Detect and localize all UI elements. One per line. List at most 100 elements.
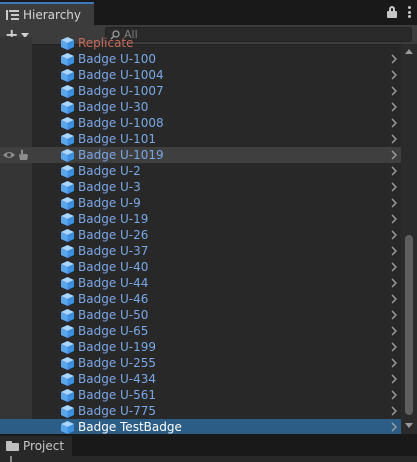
open-prefab-chevron-icon[interactable]	[390, 422, 398, 432]
open-prefab-chevron-icon[interactable]	[390, 230, 398, 240]
window-tab-bar: Hierarchy	[0, 0, 417, 25]
list-item[interactable]: Badge U-1019	[0, 147, 401, 163]
list-item[interactable]: Badge U-26	[0, 227, 401, 243]
list-item-label: Badge U-100	[78, 52, 157, 66]
list-item[interactable]: Badge U-40	[0, 259, 401, 275]
prefab-cube-icon	[61, 53, 74, 66]
list-item-label: Badge U-1007	[78, 84, 164, 98]
prefab-cube-icon	[61, 197, 74, 210]
list-item-label: Badge U-46	[78, 292, 149, 306]
list-item-label: Badge U-1008	[78, 116, 164, 130]
list-item-label: Badge U-26	[78, 228, 149, 242]
list-item[interactable]: Badge U-1008	[0, 115, 401, 131]
list-item-label: Replicate	[78, 37, 134, 50]
list-item-label: Badge U-50	[78, 308, 149, 322]
project-toolbar-handle	[10, 456, 12, 462]
list-item[interactable]: Badge U-1004	[0, 67, 401, 83]
open-prefab-chevron-icon[interactable]	[390, 278, 398, 288]
project-toolbar	[0, 456, 417, 462]
scroll-down-icon[interactable]	[405, 423, 413, 428]
open-prefab-chevron-icon[interactable]	[390, 390, 398, 400]
scroll-up-icon[interactable]	[405, 49, 413, 54]
list-item[interactable]: Badge U-775	[0, 403, 401, 419]
list-item[interactable]: Badge U-2	[0, 163, 401, 179]
open-prefab-chevron-icon[interactable]	[390, 102, 398, 112]
list-item[interactable]: Badge U-44	[0, 275, 401, 291]
open-prefab-chevron-icon[interactable]	[390, 326, 398, 336]
hierarchy-icon	[6, 9, 19, 20]
open-prefab-chevron-icon[interactable]	[390, 262, 398, 272]
list-item-label: Badge U-65	[78, 324, 149, 338]
more-icon[interactable]	[407, 6, 411, 18]
folder-icon	[6, 441, 19, 451]
open-prefab-chevron-icon[interactable]	[390, 246, 398, 256]
list-item[interactable]: Badge U-3	[0, 179, 401, 195]
list-item[interactable]: Badge U-9	[0, 195, 401, 211]
list-item[interactable]: Badge U-255	[0, 355, 401, 371]
open-prefab-chevron-icon[interactable]	[390, 294, 398, 304]
list-item[interactable]: Badge U-46	[0, 291, 401, 307]
prefab-cube-icon	[61, 293, 74, 306]
list-item-partial[interactable]: Replicate	[0, 37, 401, 51]
open-prefab-chevron-icon[interactable]	[390, 358, 398, 368]
open-prefab-chevron-icon[interactable]	[390, 342, 398, 352]
list-item-label: Badge U-30	[78, 100, 149, 114]
list-item-label: Badge U-434	[78, 372, 157, 386]
open-prefab-chevron-icon[interactable]	[390, 406, 398, 416]
vertical-scrollbar[interactable]	[401, 44, 417, 434]
list-item[interactable]: Badge U-101	[0, 131, 401, 147]
open-prefab-chevron-icon[interactable]	[390, 150, 398, 160]
list-item-label: Badge U-255	[78, 356, 157, 370]
prefab-cube-icon	[61, 277, 74, 290]
list-item[interactable]: Badge U-1007	[0, 83, 401, 99]
list-item-label: Badge U-19	[78, 212, 149, 226]
prefab-cube-icon	[61, 421, 74, 434]
open-prefab-chevron-icon[interactable]	[390, 374, 398, 384]
prefab-cube-icon	[61, 133, 74, 146]
list-item[interactable]: Badge U-100	[0, 51, 401, 67]
prefab-cube-icon	[61, 149, 74, 162]
open-prefab-chevron-icon[interactable]	[390, 134, 398, 144]
open-prefab-chevron-icon[interactable]	[390, 70, 398, 80]
prefab-cube-icon	[61, 405, 74, 418]
tab-project[interactable]: Project	[0, 436, 72, 456]
lock-icon[interactable]	[387, 6, 397, 18]
list-item-label: Badge TestBadge	[78, 420, 182, 434]
list-item[interactable]: Badge TestBadge	[0, 419, 401, 434]
prefab-cube-icon	[61, 117, 74, 130]
list-item[interactable]: Badge U-434	[0, 371, 401, 387]
list-item[interactable]: Badge U-37	[0, 243, 401, 259]
list-item-label: Badge U-3	[78, 180, 141, 194]
open-prefab-chevron-icon[interactable]	[390, 182, 398, 192]
prefab-cube-icon	[61, 245, 74, 258]
list-item-label: Badge U-37	[78, 244, 149, 258]
tab-hierarchy-label: Hierarchy	[23, 7, 82, 22]
visibility-eye-icon[interactable]	[2, 150, 16, 160]
prefab-cube-icon	[61, 357, 74, 370]
prefab-cube-icon	[61, 229, 74, 242]
list-item-label: Badge U-2	[78, 164, 141, 178]
hierarchy-list[interactable]: Replicate Badge U-100 Badge U-1004 Badge U…	[0, 37, 401, 434]
list-item-label: Badge U-199	[78, 340, 157, 354]
pickable-hand-icon[interactable]	[17, 149, 29, 161]
prefab-cube-icon	[61, 37, 74, 50]
list-item[interactable]: Badge U-19	[0, 211, 401, 227]
list-item-label: Badge U-1019	[78, 148, 164, 162]
open-prefab-chevron-icon[interactable]	[390, 310, 398, 320]
scrollbar-thumb[interactable]	[405, 235, 413, 415]
list-item[interactable]: Badge U-65	[0, 323, 401, 339]
list-item[interactable]: Badge U-561	[0, 387, 401, 403]
list-item[interactable]: Badge U-50	[0, 307, 401, 323]
prefab-cube-icon	[61, 165, 74, 178]
list-item[interactable]: Badge U-199	[0, 339, 401, 355]
open-prefab-chevron-icon[interactable]	[390, 86, 398, 96]
open-prefab-chevron-icon[interactable]	[390, 118, 398, 128]
open-prefab-chevron-icon[interactable]	[390, 166, 398, 176]
tab-hierarchy[interactable]: Hierarchy	[0, 2, 94, 25]
list-item[interactable]: Badge U-30	[0, 99, 401, 115]
open-prefab-chevron-icon[interactable]	[390, 214, 398, 224]
open-prefab-chevron-icon[interactable]	[390, 198, 398, 208]
open-prefab-chevron-icon[interactable]	[390, 54, 398, 64]
list-item-label: Badge U-40	[78, 260, 149, 274]
tab-project-label: Project	[23, 439, 65, 453]
